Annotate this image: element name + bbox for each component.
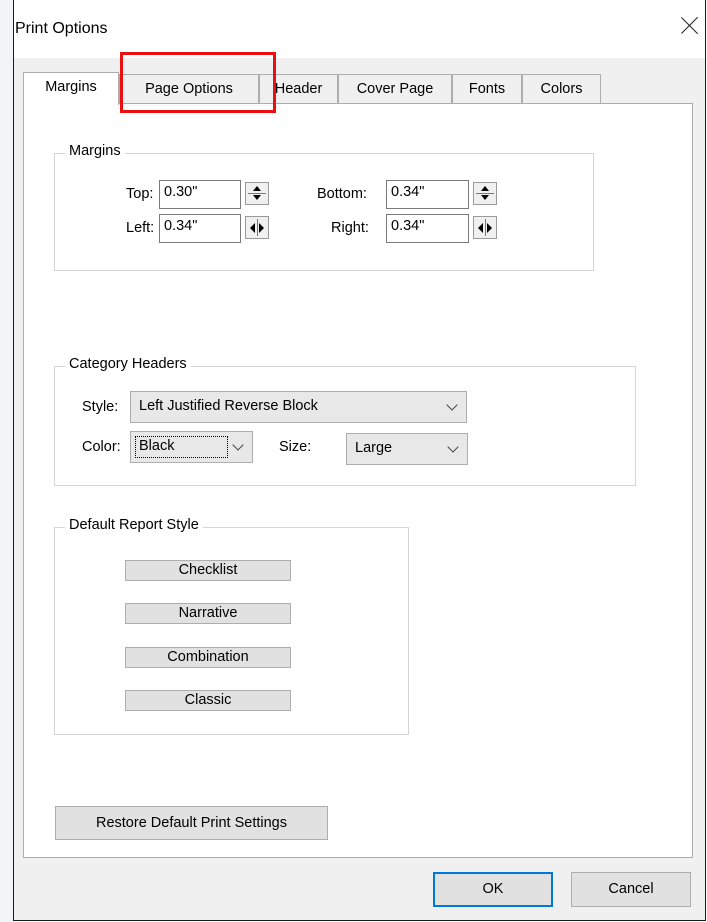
tab-margins[interactable]: Margins [23,72,119,105]
checklist-button[interactable]: Checklist [125,560,291,581]
title-bar: Print Options [14,0,705,58]
size-label: Size: [279,439,312,455]
default-report-style-label: Default Report Style [65,517,203,533]
category-headers-label: Category Headers [65,356,191,372]
divider [257,219,258,236]
margins-group: Margins Top: 0.30" Bottom: 0.34" Left: 0… [54,143,594,271]
background-desktop [0,0,14,922]
bottom-margin-spinner[interactable] [473,182,497,205]
bottom-label: Bottom: [317,186,367,202]
divider [248,193,266,194]
spin-up-icon [481,186,489,191]
right-label: Right: [331,220,369,236]
divider [476,193,494,194]
size-dropdown-value: Large [355,440,393,456]
left-label: Left: [126,220,155,236]
classic-button[interactable]: Classic [125,690,291,711]
color-dropdown[interactable]: Black [130,431,253,463]
style-label: Style: [82,399,119,415]
close-icon[interactable] [679,14,701,36]
spin-left-icon [478,223,483,233]
tab-header[interactable]: Header [259,74,338,104]
chevron-down-icon [446,399,458,411]
style-dropdown-value: Left Justified Reverse Block [139,398,318,414]
margins-group-label: Margins [65,143,125,159]
restore-defaults-button[interactable]: Restore Default Print Settings [55,806,328,840]
spin-right-icon [487,223,492,233]
chevron-down-icon [232,439,244,451]
narrative-button[interactable]: Narrative [125,603,291,624]
ok-button[interactable]: OK [433,872,553,907]
top-label: Top: [126,186,154,202]
style-dropdown[interactable]: Left Justified Reverse Block [130,391,467,423]
color-label: Color: [82,439,121,455]
left-margin-input[interactable]: 0.34" [159,214,241,243]
spin-down-icon [253,195,261,200]
category-headers-group: Category Headers Style: Left Justified R… [54,356,636,486]
default-report-style-group: Default Report Style Checklist Narrative… [54,517,409,735]
top-margin-spinner[interactable] [245,182,269,205]
margins-tab-panel: Margins Top: 0.30" Bottom: 0.34" Left: 0… [23,103,693,858]
spin-right-icon [259,223,264,233]
top-margin-input[interactable]: 0.30" [159,180,241,209]
combination-button[interactable]: Combination [125,647,291,668]
top-margin-value: 0.30" [164,184,198,200]
chevron-down-icon [447,441,459,453]
bottom-margin-input[interactable]: 0.34" [386,180,469,209]
left-margin-spinner[interactable] [245,216,269,239]
left-margin-value: 0.34" [164,218,198,234]
cancel-button[interactable]: Cancel [571,872,691,907]
bottom-margin-value: 0.34" [391,184,425,200]
spin-left-icon [250,223,255,233]
size-dropdown[interactable]: Large [346,433,468,465]
divider [485,219,486,236]
right-margin-input[interactable]: 0.34" [386,214,469,243]
tab-cover-page[interactable]: Cover Page [338,74,452,104]
spin-up-icon [253,186,261,191]
color-dropdown-value: Black [139,438,175,454]
dialog-title: Print Options [15,20,108,37]
spin-down-icon [481,195,489,200]
tab-fonts[interactable]: Fonts [452,74,522,104]
right-margin-value: 0.34" [391,218,425,234]
right-margin-spinner[interactable] [473,216,497,239]
tab-colors[interactable]: Colors [522,74,601,104]
print-options-dialog: Print Options Margins Page Options Heade… [13,0,706,921]
tab-page-options[interactable]: Page Options [119,74,259,104]
